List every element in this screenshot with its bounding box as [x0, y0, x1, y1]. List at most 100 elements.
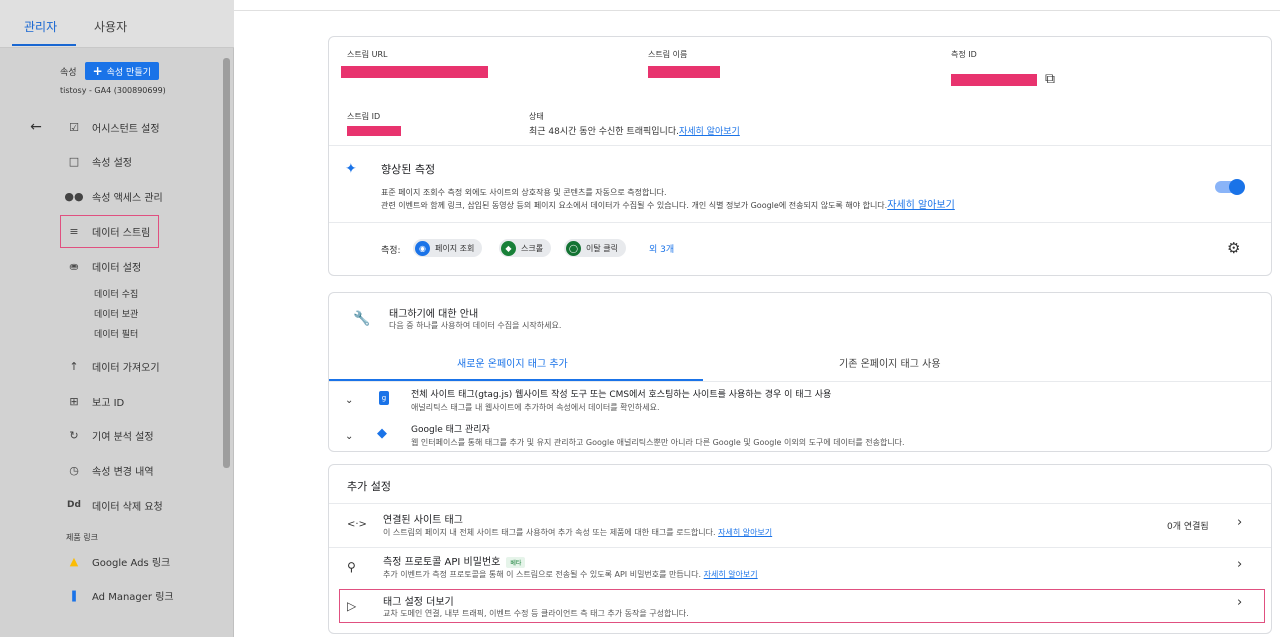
tagging-title: 태그하기에 대한 안내 [389, 309, 479, 320]
sidebar-item-reporting-id[interactable]: ⊞ 보고 ID [66, 393, 124, 409]
report-id-icon: ⊞ [69, 394, 79, 408]
sidebar-item-label: 속성 설정 [92, 157, 132, 169]
scroll-icon: ◆ [501, 240, 516, 256]
sparkle-icon: ✦ [345, 161, 357, 177]
toggle-knob [1229, 179, 1245, 195]
sidebar-item-assistant[interactable]: ☑ 어시스턴트 설정 [66, 119, 160, 135]
streams-icon: ≡ [69, 224, 79, 238]
more-measurements-link[interactable]: 외 3개 [649, 242, 674, 255]
sidebar-item-data-streams[interactable]: ≡ 데이터 스트림 [66, 223, 150, 239]
sidebar-item-label: 데이터 설정 [92, 262, 142, 274]
key-icon: ⚲ [347, 560, 356, 574]
row-title-text: 측정 프로토콜 API 비밀번호 [383, 557, 501, 568]
more-tag-settings-row[interactable]: ▷ 태그 설정 더보기 교차 도메인 연결, 내부 트래픽, 이벤트 수정 등 … [329, 589, 1271, 623]
tagging-subtitle: 다음 중 하나를 사용하여 데이터 수집을 시작하세요. [389, 321, 562, 330]
stream-id-label: 스트림 ID [347, 112, 381, 121]
tab-add-new-tag[interactable]: 새로운 온페이지 태그 추가 [457, 355, 568, 370]
sidebar-item-label: 데이터 삭제 요청 [92, 501, 163, 513]
row-learn-more-link[interactable]: 자세히 알아보기 [718, 528, 772, 537]
sidebar-item-google-ads[interactable]: ▲ Google Ads 링크 [66, 553, 170, 569]
enhanced-learn-more-link[interactable]: 자세히 알아보기 [887, 200, 955, 211]
back-arrow-icon[interactable]: ← [27, 118, 45, 136]
chip-label: 스크롤 [521, 243, 544, 253]
status-message: 최근 48시간 동안 수신한 트래픽입니다. [529, 127, 679, 137]
status-text: 최근 48시간 동안 수신한 트래픽입니다.자세히 알아보기 [529, 124, 740, 137]
measurement-id-value-redacted [951, 74, 1037, 86]
additional-settings-card: 추가 설정 <·> 연결된 사이트 태그 이 스트림의 페이지 내 전체 사이트… [328, 464, 1272, 634]
tab-user[interactable]: 사용자 [94, 18, 127, 35]
sidebar-subitem-data-filters[interactable]: 데이터 필터 [94, 327, 138, 340]
measurement-protocol-row[interactable]: ⚲ 측정 프로토콜 API 비밀번호 베타 추가 이벤트가 측정 프로토콜을 통해… [329, 547, 1271, 587]
create-property-button[interactable]: + 속성 만들기 [84, 62, 159, 80]
active-tab-indicator [12, 44, 76, 46]
chip-scroll[interactable]: ◆ 스크롤 [499, 239, 552, 257]
stream-url-value-redacted [341, 66, 488, 78]
row-title: 연결된 사이트 태그 [383, 515, 463, 526]
connected-count: 0개 연결됨 [1167, 522, 1209, 532]
stream-url-label: 스트림 URL [347, 50, 388, 59]
chevron-right-icon[interactable]: › [1237, 515, 1242, 530]
stream-id-value-redacted [347, 126, 401, 136]
status-label: 상태 [529, 112, 544, 121]
sidebar-item-label: 데이터 스트림 [92, 227, 151, 239]
row-title: 태그 설정 더보기 [383, 597, 454, 608]
chip-label: 페이지 조회 [435, 243, 475, 253]
chevron-down-icon[interactable]: ⌄ [345, 395, 353, 406]
enhanced-desc-line2-text: 관련 이벤트와 함께 링크, 삽입된 동영상 등의 페이지 요소에서 데이터가 … [381, 201, 888, 210]
sidebar-item-deletion-requests[interactable]: Dd 데이터 삭제 요청 [66, 497, 163, 513]
ad-manager-icon: ❚ [69, 588, 79, 602]
gear-icon[interactable]: ⚙ [1227, 239, 1240, 257]
stream-name-value-redacted [648, 66, 720, 78]
chevron-right-icon[interactable]: › [1237, 557, 1242, 572]
sidebar-scrollbar[interactable] [223, 58, 230, 468]
sidebar-item-data-import[interactable]: ↑ 데이터 가져오기 [66, 358, 159, 374]
chevron-down-icon[interactable]: ⌄ [345, 431, 353, 442]
sidebar-item-label: 기여 분석 설정 [92, 431, 154, 443]
sidebar-subitem-data-collection[interactable]: 데이터 수집 [94, 287, 138, 300]
tab-use-existing-tag[interactable]: 기존 온페이지 태그 사용 [839, 355, 941, 370]
beta-badge: 베타 [506, 556, 526, 568]
gtag-icon: g [379, 391, 389, 405]
sidebar-tabs: 관리자 사용자 [0, 0, 234, 48]
label-icon: ▷ [347, 599, 357, 613]
property-name: tistosy - GA4 (300890699) [60, 86, 166, 95]
divider [329, 381, 1271, 382]
sidebar-item-property-settings[interactable]: □ 속성 설정 [66, 153, 132, 169]
checkbox-icon: ☑ [69, 120, 79, 134]
history-icon: ◷ [69, 463, 79, 477]
row-desc-text: 추가 이벤트가 측정 프로토콜을 통해 이 스트림으로 전송될 수 있도록 AP… [383, 570, 702, 579]
attribution-icon: ↻ [69, 428, 79, 442]
sidebar-item-data-settings[interactable]: ⛂ 데이터 설정 [66, 258, 141, 274]
property-label: 속성 [60, 67, 77, 78]
row-desc: 이 스트림의 페이지 내 전체 사이트 태그를 사용하여 추가 속성 또는 제품… [383, 527, 772, 538]
sidebar-item-change-history[interactable]: ◷ 속성 변경 내역 [66, 462, 153, 478]
enhanced-desc-line2: 관련 이벤트와 함께 링크, 삽입된 동영상 등의 페이지 요소에서 데이터가 … [381, 199, 955, 212]
main-content: 스트림 URL 스트림 이름 측정 ID ⧉ 스트림 ID 상태 최근 48시간… [234, 0, 1280, 637]
status-learn-more-link[interactable]: 자세히 알아보기 [679, 127, 740, 137]
sidebar-item-label: Google Ads 링크 [92, 557, 171, 569]
stream-details-card: 스트림 URL 스트림 이름 측정 ID ⧉ 스트림 ID 상태 최근 48시간… [328, 36, 1272, 276]
enhanced-measurement-toggle[interactable] [1215, 179, 1245, 195]
sidebar-item-access-management[interactable]: ●● 속성 액세스 관리 [64, 188, 162, 204]
copy-icon[interactable]: ⧉ [1045, 71, 1055, 87]
plus-icon: + [92, 64, 103, 78]
code-icon: <·> [347, 519, 367, 530]
connected-site-tags-row[interactable]: <·> 연결된 사이트 태그 이 스트림의 페이지 내 전체 사이트 태그를 사… [329, 503, 1271, 547]
gtag-option-desc: 애널리틱스 태그를 내 웹사이트에 추가하여 속성에서 데이터를 확인하세요. [411, 403, 660, 412]
chevron-right-icon[interactable]: › [1237, 595, 1242, 610]
people-icon: ●● [64, 189, 84, 203]
tab-admin[interactable]: 관리자 [24, 18, 57, 35]
chip-page-views[interactable]: ◉ 페이지 조회 [413, 239, 483, 257]
enhanced-measurement-title: 향상된 측정 [381, 163, 436, 176]
window-icon: □ [68, 154, 80, 168]
row-learn-more-link[interactable]: 자세히 알아보기 [704, 570, 758, 579]
sidebar-subitem-data-retention[interactable]: 데이터 보관 [94, 307, 138, 320]
upload-icon: ↑ [69, 359, 79, 373]
product-links-heading: 제품 링크 [66, 533, 98, 542]
tagging-instructions-card: 🔧 태그하기에 대한 안내 다음 중 하나를 사용하여 데이터 수집을 시작하세… [328, 292, 1272, 452]
sidebar-item-attribution[interactable]: ↻ 기여 분석 설정 [66, 427, 154, 443]
sidebar-item-label: 보고 ID [92, 397, 125, 409]
sidebar-item-ad-manager[interactable]: ❚ Ad Manager 링크 [66, 587, 173, 603]
chip-outbound-clicks[interactable]: ◯ 이탈 클릭 [564, 239, 626, 257]
divider [329, 222, 1271, 223]
